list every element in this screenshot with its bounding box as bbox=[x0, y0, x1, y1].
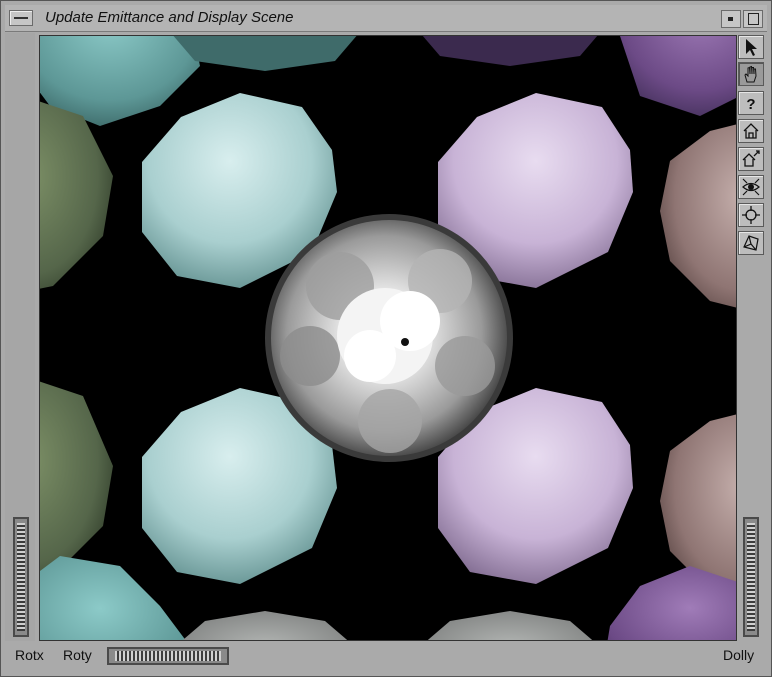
viewer-toolbar: ? bbox=[738, 35, 766, 265]
pick-arrow-icon[interactable] bbox=[738, 35, 764, 59]
viewer-window: Update Emittance and Display Scene ? Rot… bbox=[0, 0, 772, 677]
bottom-bar: Rotx Roty Dolly bbox=[5, 643, 767, 673]
title-bar[interactable]: Update Emittance and Display Scene bbox=[5, 5, 767, 32]
sphere-bottom-center-right-gray bbox=[427, 611, 593, 640]
hand-icon[interactable] bbox=[738, 62, 764, 86]
emitting-blob bbox=[265, 214, 513, 462]
rotx-label: Rotx bbox=[15, 647, 44, 663]
sphere-bottom-center-gray bbox=[182, 611, 348, 640]
sphere-top-far-right-purple bbox=[620, 36, 736, 116]
sphere-bottom-right-purple bbox=[607, 566, 736, 640]
sphere-right-rose bbox=[660, 124, 736, 308]
dolly-thumbwheel[interactable] bbox=[743, 517, 759, 637]
minimize-button[interactable] bbox=[721, 10, 741, 28]
sphere-top-right-purple bbox=[422, 36, 598, 66]
help-icon[interactable]: ? bbox=[738, 91, 764, 115]
set-home-icon[interactable] bbox=[738, 147, 764, 171]
sphere-left-olive bbox=[40, 101, 113, 289]
view-all-icon[interactable] bbox=[738, 175, 764, 199]
roty-label: Roty bbox=[63, 647, 92, 663]
scene-render bbox=[40, 36, 736, 640]
seek-icon[interactable] bbox=[738, 203, 764, 227]
svg-text:?: ? bbox=[746, 96, 755, 113]
home-icon[interactable] bbox=[738, 119, 764, 143]
window-title: Update Emittance and Display Scene bbox=[45, 9, 294, 26]
roty-thumbwheel[interactable] bbox=[107, 647, 229, 665]
dolly-label: Dolly bbox=[723, 647, 755, 663]
rotx-thumbwheel[interactable] bbox=[13, 517, 29, 637]
window-menu-button[interactable] bbox=[9, 10, 33, 26]
perspective-icon[interactable] bbox=[738, 231, 764, 255]
3d-viewport[interactable] bbox=[39, 35, 737, 641]
sphere-left-olive-lower bbox=[40, 381, 113, 579]
maximize-button[interactable] bbox=[743, 10, 763, 28]
